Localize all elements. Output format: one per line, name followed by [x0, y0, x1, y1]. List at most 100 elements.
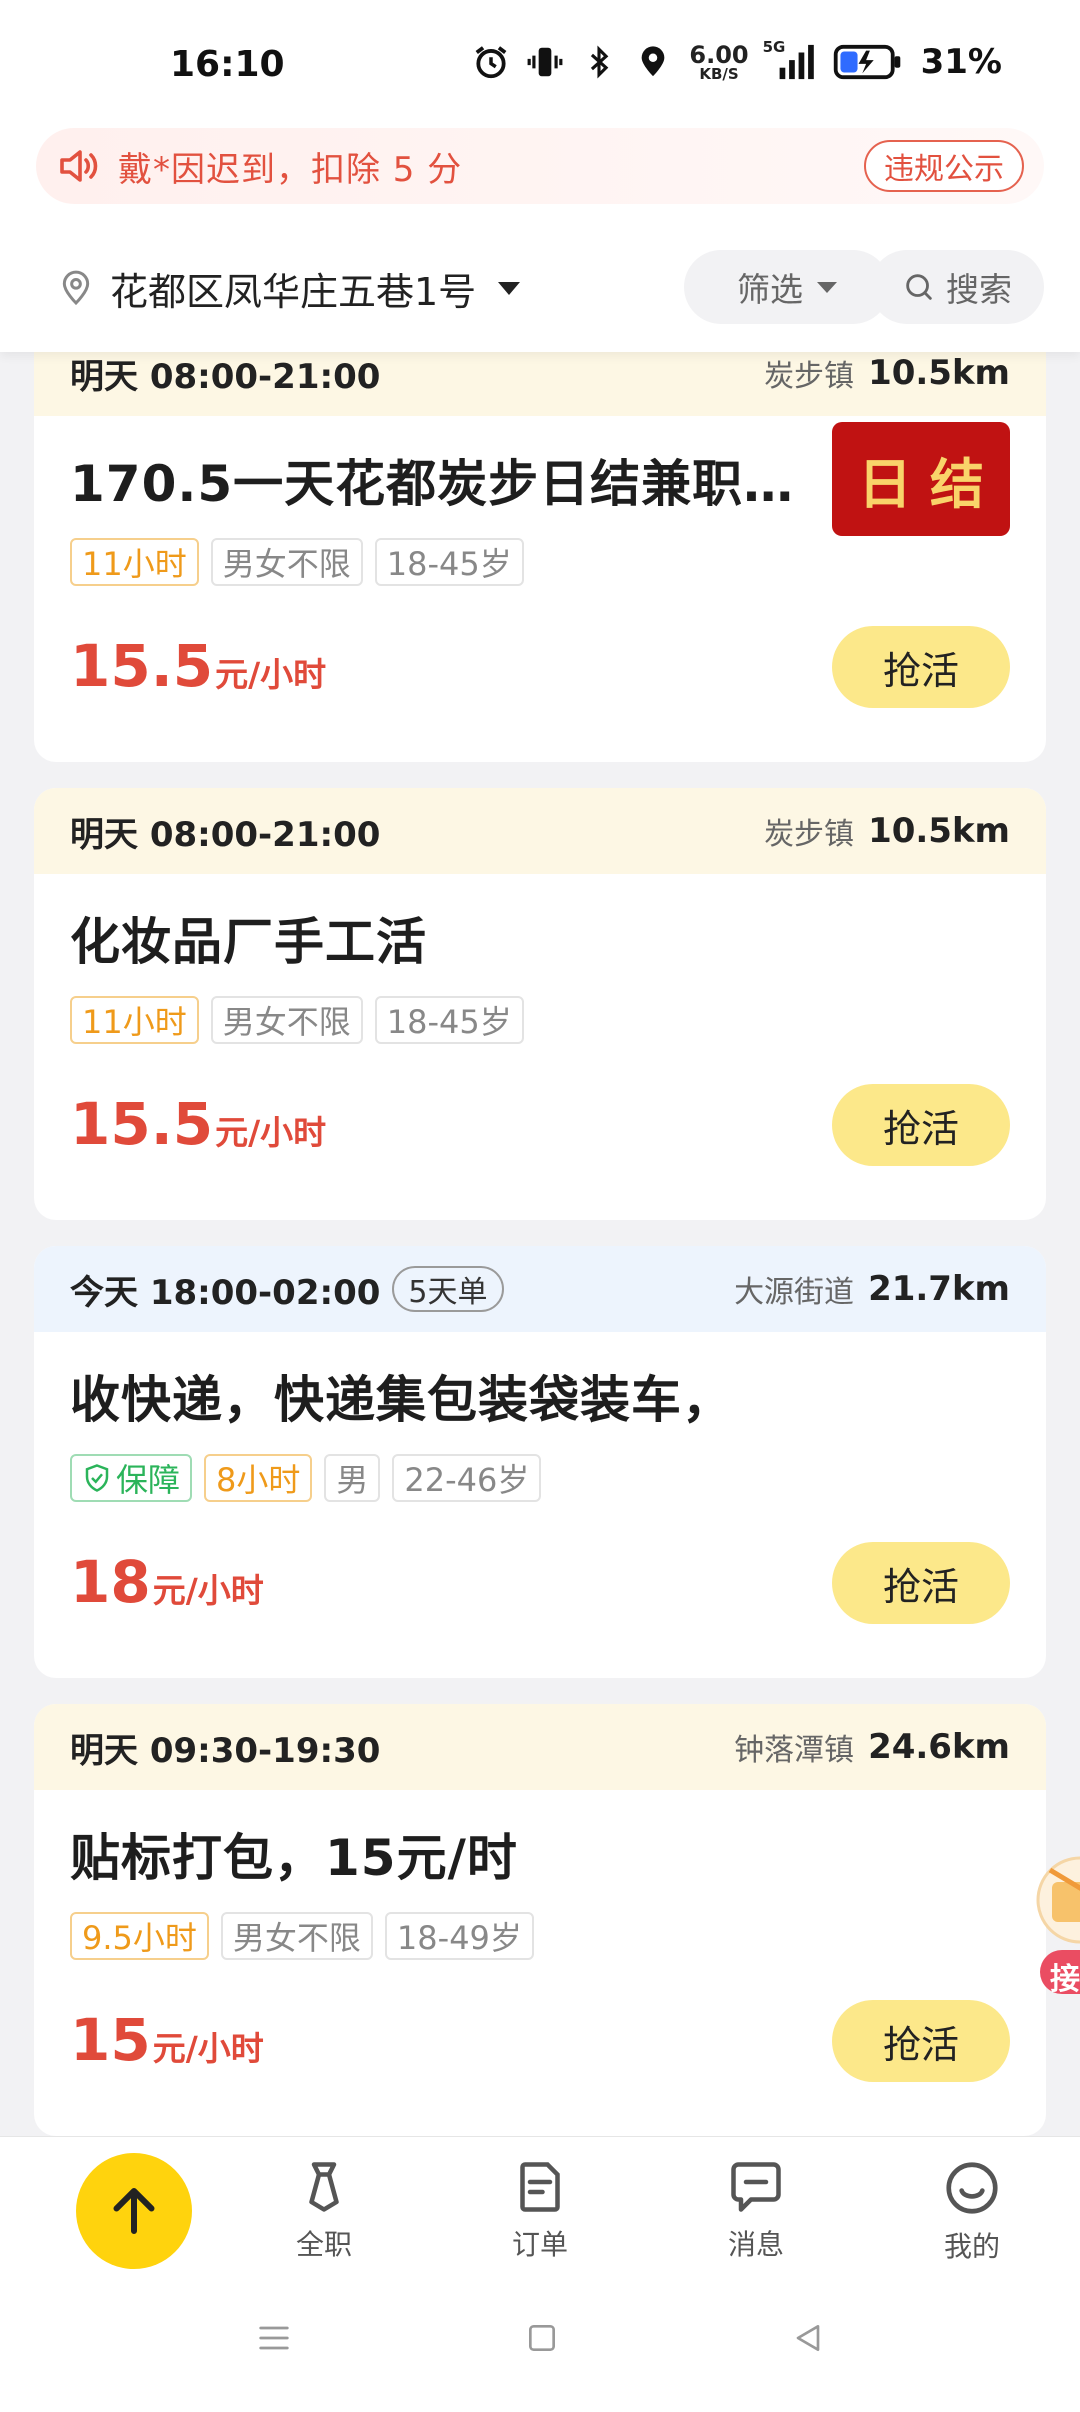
- tag-gender: 男女不限: [210, 996, 363, 1044]
- nav-profile[interactable]: 我的: [902, 2157, 1042, 2265]
- job-card[interactable]: 今天 18:00-02:00 5天单 大源街道 21.7km 收快递，快递集包装…: [34, 1246, 1046, 1678]
- signal-5g-icon: 5G: [763, 38, 819, 82]
- job-price: 15.5 元/小时: [70, 1090, 326, 1158]
- job-tags: 11小时 男女不限 18-45岁: [70, 538, 524, 586]
- job-title: 化妆品厂手工活: [70, 913, 427, 971]
- net-speed-unit: KB/S: [699, 64, 739, 83]
- tag-gender: 男: [324, 1454, 381, 1502]
- tag-hours: 11小时: [70, 538, 199, 586]
- grab-job-button[interactable]: 抢活: [832, 626, 1010, 708]
- system-nav-bar: [0, 2276, 1080, 2412]
- nav-orders[interactable]: 订单: [470, 2157, 610, 2263]
- nav-messages[interactable]: 消息: [686, 2157, 826, 2263]
- job-time: 今天 18:00-02:00: [70, 1272, 381, 1313]
- job-distance: 24.6km: [868, 1727, 1010, 1767]
- location-filter-bar: 花都区凤华庄五巷1号 筛选 搜索: [0, 248, 1080, 328]
- floating-promo-badge[interactable]: 接: [1030, 1830, 1080, 2000]
- grab-job-button[interactable]: 抢活: [832, 1084, 1010, 1166]
- home-icon[interactable]: [522, 2318, 562, 2358]
- job-days-badge: 5天单: [392, 1266, 504, 1312]
- scroll-top-button[interactable]: [76, 2153, 192, 2269]
- location-text: 花都区凤华庄五巷1号: [110, 269, 477, 314]
- vibrate-icon: [525, 42, 565, 82]
- job-card[interactable]: 明天 08:00-21:00 炭步镇 10.5km 化妆品厂手工活 11小时 男…: [34, 788, 1046, 1220]
- job-tags: 11小时 男女不限 18-45岁: [70, 996, 524, 1044]
- net-type-label: 5G: [762, 38, 786, 56]
- nav-profile-label: 我的: [943, 2230, 1000, 2263]
- search-button[interactable]: 搜索: [870, 250, 1044, 324]
- job-distance: 10.5km: [868, 811, 1010, 851]
- top-header: 16:10 6.00 KB/S 5G 31% 戴*因迟到，扣除 5 分 违规公示…: [0, 0, 1080, 352]
- tag-age: 18-45岁: [374, 996, 524, 1044]
- job-tags: 保障 8小时 男 22-46岁: [70, 1454, 542, 1502]
- notice-text: 戴*因迟到，扣除 5 分: [118, 149, 463, 190]
- nav-fulltime[interactable]: 全职: [254, 2157, 394, 2263]
- back-icon[interactable]: [788, 2318, 828, 2358]
- tag-guarantee-label: 保障: [116, 1461, 181, 1499]
- job-card[interactable]: 明天 08:00-21:00 炭步镇 10.5km 170.5一天花都炭步日结兼…: [34, 330, 1046, 762]
- menu-icon[interactable]: [254, 2318, 294, 2358]
- tag-hours: 8小时: [204, 1454, 313, 1502]
- grab-job-button[interactable]: 抢活: [832, 2000, 1010, 2082]
- status-time: 16:10: [170, 44, 285, 85]
- battery-level: 31%: [920, 42, 1002, 82]
- job-card-header: 今天 18:00-02:00 5天单 大源街道 21.7km: [34, 1246, 1046, 1332]
- tag-age: 18-45岁: [374, 538, 524, 586]
- violation-notice-bar[interactable]: 戴*因迟到，扣除 5 分 违规公示: [36, 128, 1044, 204]
- price-unit: 元/小时: [152, 1571, 264, 1610]
- chevron-down-icon: [498, 281, 521, 295]
- price-unit: 元/小时: [152, 2029, 264, 2068]
- status-bar: 16:10 6.00 KB/S 5G 31%: [0, 0, 1080, 130]
- location-icon: [633, 42, 673, 82]
- price-value: 15.5: [70, 632, 214, 700]
- filter-button[interactable]: 筛选: [684, 250, 890, 324]
- job-title: 收快递，快递集包装袋装车，: [70, 1371, 733, 1429]
- job-place: 炭步镇: [764, 359, 855, 394]
- job-distance: 10.5km: [868, 353, 1010, 393]
- job-card[interactable]: 明天 09:30-19:30 钟落潭镇 24.6km 贴标打包，15元/时 9.…: [34, 1704, 1046, 2136]
- job-time: 明天 09:30-19:30: [70, 1730, 381, 1771]
- price-unit: 元/小时: [215, 655, 327, 694]
- violation-public-button[interactable]: 违规公示: [864, 140, 1024, 192]
- document-icon: [520, 2162, 560, 2212]
- chat-icon: [731, 2162, 781, 2212]
- job-price: 15 元/小时: [70, 2006, 264, 2074]
- tag-gender: 男女不限: [220, 1912, 373, 1960]
- battery-icon: [833, 42, 903, 82]
- filter-label: 筛选: [737, 270, 803, 309]
- job-place: 炭步镇: [764, 817, 855, 852]
- job-title: 170.5一天花都炭步日结兼职…: [70, 455, 795, 513]
- net-speed: 6.00 KB/S: [689, 43, 748, 82]
- search-label: 搜索: [946, 270, 1012, 309]
- floating-badge-label: 接: [1050, 1962, 1080, 1997]
- shield-check-icon: [85, 1464, 109, 1492]
- nav-fulltime-label: 全职: [295, 2228, 352, 2261]
- net-speed-value: 6.00: [689, 40, 749, 69]
- nav-orders-label: 订单: [511, 2228, 568, 2261]
- smile-icon: [946, 2162, 998, 2214]
- price-value: 15: [70, 2006, 151, 2074]
- location-selector[interactable]: 花都区凤华庄五巷1号: [56, 252, 521, 324]
- job-tags: 9.5小时 男女不限 18-49岁: [70, 1912, 534, 1960]
- tie-icon: [309, 2162, 339, 2212]
- status-icons: 6.00 KB/S 5G 31%: [471, 38, 1002, 82]
- tag-age: 22-46岁: [392, 1454, 542, 1502]
- price-value: 15.5: [70, 1090, 214, 1158]
- tag-hours: 11小时: [70, 996, 199, 1044]
- arrow-up-icon: [113, 2188, 155, 2234]
- job-time: 明天 08:00-21:00: [70, 814, 381, 855]
- job-card-header: 明天 08:00-21:00 炭步镇 10.5km: [34, 788, 1046, 874]
- bluetooth-icon: [579, 42, 619, 82]
- tag-hours: 9.5小时: [70, 1912, 209, 1960]
- price-unit: 元/小时: [215, 1113, 327, 1152]
- nav-messages-label: 消息: [727, 2228, 784, 2261]
- search-icon: [906, 274, 932, 300]
- job-place: 大源街道: [734, 1275, 855, 1310]
- job-price: 15.5 元/小时: [70, 632, 326, 700]
- app-screen: 明天 08:00-21:00 炭步镇 10.5km 170.5一天花都炭步日结兼…: [0, 0, 1080, 2412]
- filter-caret-icon: [817, 281, 837, 293]
- job-time: 明天 08:00-21:00: [70, 356, 381, 397]
- job-place: 钟落潭镇: [734, 1733, 855, 1768]
- grab-job-button[interactable]: 抢活: [832, 1542, 1010, 1624]
- job-distance: 21.7km: [868, 1269, 1010, 1309]
